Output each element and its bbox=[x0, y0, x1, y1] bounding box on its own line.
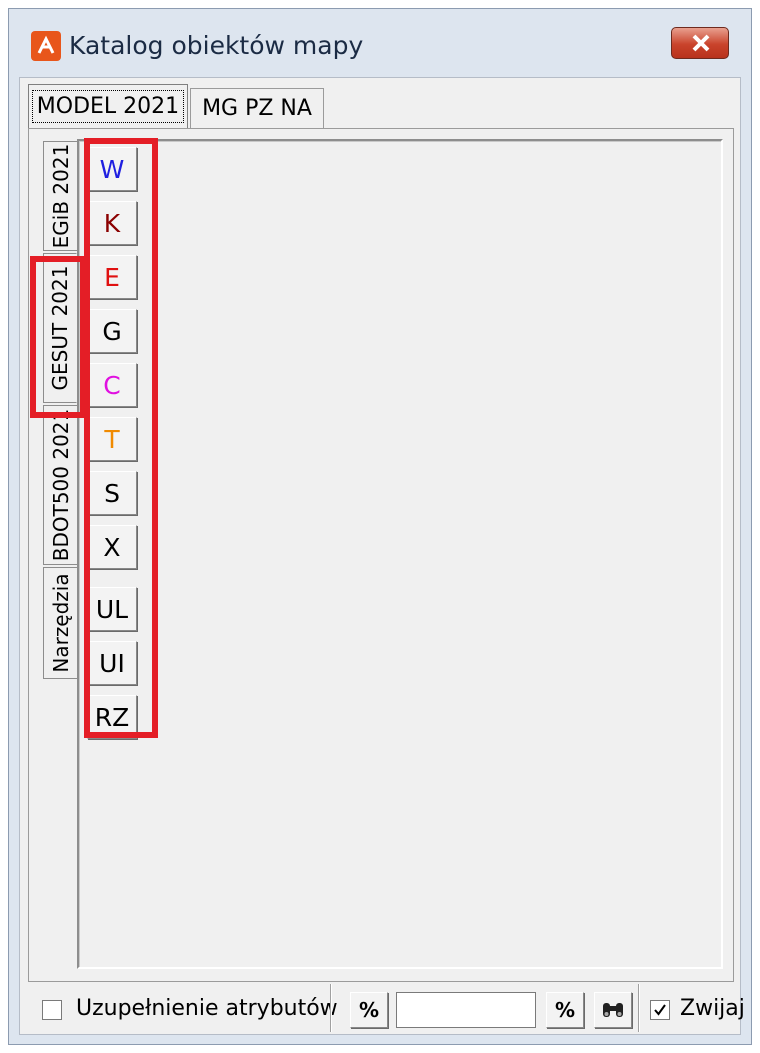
find-button[interactable] bbox=[594, 992, 632, 1028]
side-tab-label: Narzędzia bbox=[48, 573, 73, 673]
side-tab-label: EGiB 2021 bbox=[48, 143, 73, 249]
side-tab-egib-2021[interactable]: EGiB 2021 bbox=[43, 141, 77, 251]
highlight-box-group-buttons bbox=[84, 138, 158, 738]
bottom-toolbar: Uzupełnienie atrybutów % % Zwijaj bbox=[20, 982, 745, 1034]
tab-model-2021[interactable]: MODEL 2021 bbox=[28, 84, 188, 128]
title-bar: Katalog obiektów mapy bbox=[9, 9, 751, 77]
client-area: MODEL 2021 MG PZ NA EGiB 2021 GESUT 2021… bbox=[19, 77, 745, 1035]
binoculars-icon bbox=[603, 1003, 623, 1017]
tab-label: MODEL 2021 bbox=[31, 90, 185, 123]
side-tab-narzedzia[interactable]: Narzędzia bbox=[43, 567, 77, 679]
fill-attributes-checkbox[interactable] bbox=[42, 1000, 62, 1020]
app-icon bbox=[31, 31, 61, 61]
catalog-window: Katalog obiektów mapy MODEL 2021 MG PZ N… bbox=[8, 8, 752, 1045]
close-icon bbox=[692, 34, 710, 52]
checkmark-icon bbox=[654, 1004, 666, 1016]
percent-left-button[interactable]: % bbox=[350, 992, 388, 1028]
close-button[interactable] bbox=[671, 27, 729, 59]
tab-label: MG PZ NA bbox=[202, 96, 312, 121]
object-list-area: W K E G C T S X UL UI RZ bbox=[77, 139, 723, 969]
percent-right-button[interactable]: % bbox=[546, 992, 584, 1028]
tab-mg-pz-na[interactable]: MG PZ NA bbox=[190, 88, 324, 128]
side-tab-label: BDOT500 2021 bbox=[48, 408, 73, 562]
fill-attributes-label: Uzupełnienie atrybutów bbox=[76, 996, 338, 1021]
collapse-label: Zwijaj bbox=[680, 996, 745, 1021]
collapse-checkbox[interactable] bbox=[650, 1000, 670, 1020]
toolbar-separator bbox=[330, 984, 332, 1032]
highlight-box-side-tab bbox=[30, 256, 86, 418]
search-input[interactable] bbox=[396, 992, 536, 1028]
toolbar-separator bbox=[638, 984, 640, 1032]
window-title: Katalog obiektów mapy bbox=[69, 31, 364, 60]
side-tab-bdot500-2021[interactable]: BDOT500 2021 bbox=[43, 405, 77, 565]
